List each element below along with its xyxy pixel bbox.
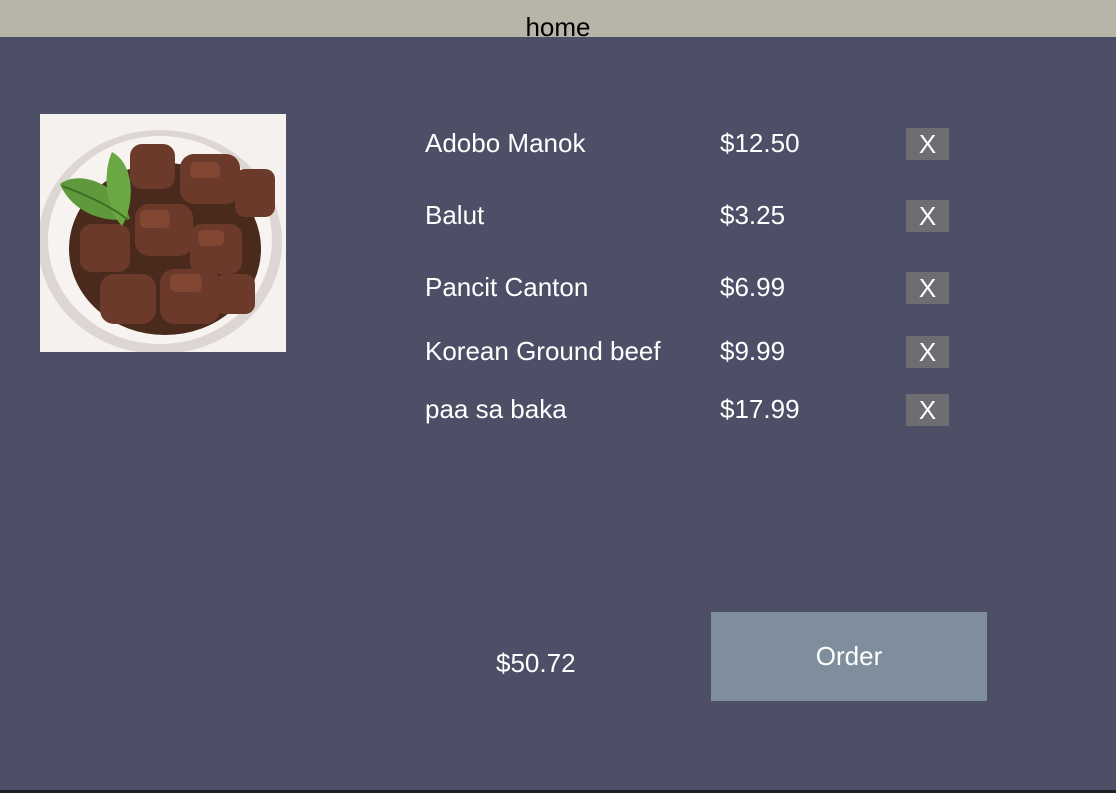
cart-item-name: paa sa baka bbox=[425, 394, 567, 424]
title-bar: home bbox=[0, 0, 1116, 42]
adobo-dish-image bbox=[40, 114, 286, 352]
remove-item-button[interactable]: X bbox=[906, 128, 949, 160]
cart-item-name: Balut bbox=[425, 200, 485, 230]
food-image bbox=[40, 114, 286, 352]
order-total: $50.72 bbox=[496, 648, 576, 678]
cart-item-name: Adobo Manok bbox=[425, 128, 586, 158]
remove-item-button[interactable]: X bbox=[906, 336, 949, 368]
remove-item-button[interactable]: X bbox=[906, 394, 949, 426]
cart-item-price: $6.99 bbox=[720, 272, 786, 302]
cart-item-price: $12.50 bbox=[720, 128, 800, 158]
cart-item-name: Korean Ground beef bbox=[425, 336, 661, 366]
page-title: home bbox=[525, 12, 591, 42]
app-window: home Adobo Manok $12.50 X Balut $3.25 X … bbox=[0, 0, 1116, 793]
remove-item-button[interactable]: X bbox=[906, 200, 949, 232]
cart-item-price: $9.99 bbox=[720, 336, 786, 366]
cart-item-price: $17.99 bbox=[720, 394, 800, 424]
cart-item-name: Pancit Canton bbox=[425, 272, 589, 302]
order-button[interactable]: Order bbox=[711, 612, 987, 701]
cart-item-price: $3.25 bbox=[720, 200, 786, 230]
remove-item-button[interactable]: X bbox=[906, 272, 949, 304]
